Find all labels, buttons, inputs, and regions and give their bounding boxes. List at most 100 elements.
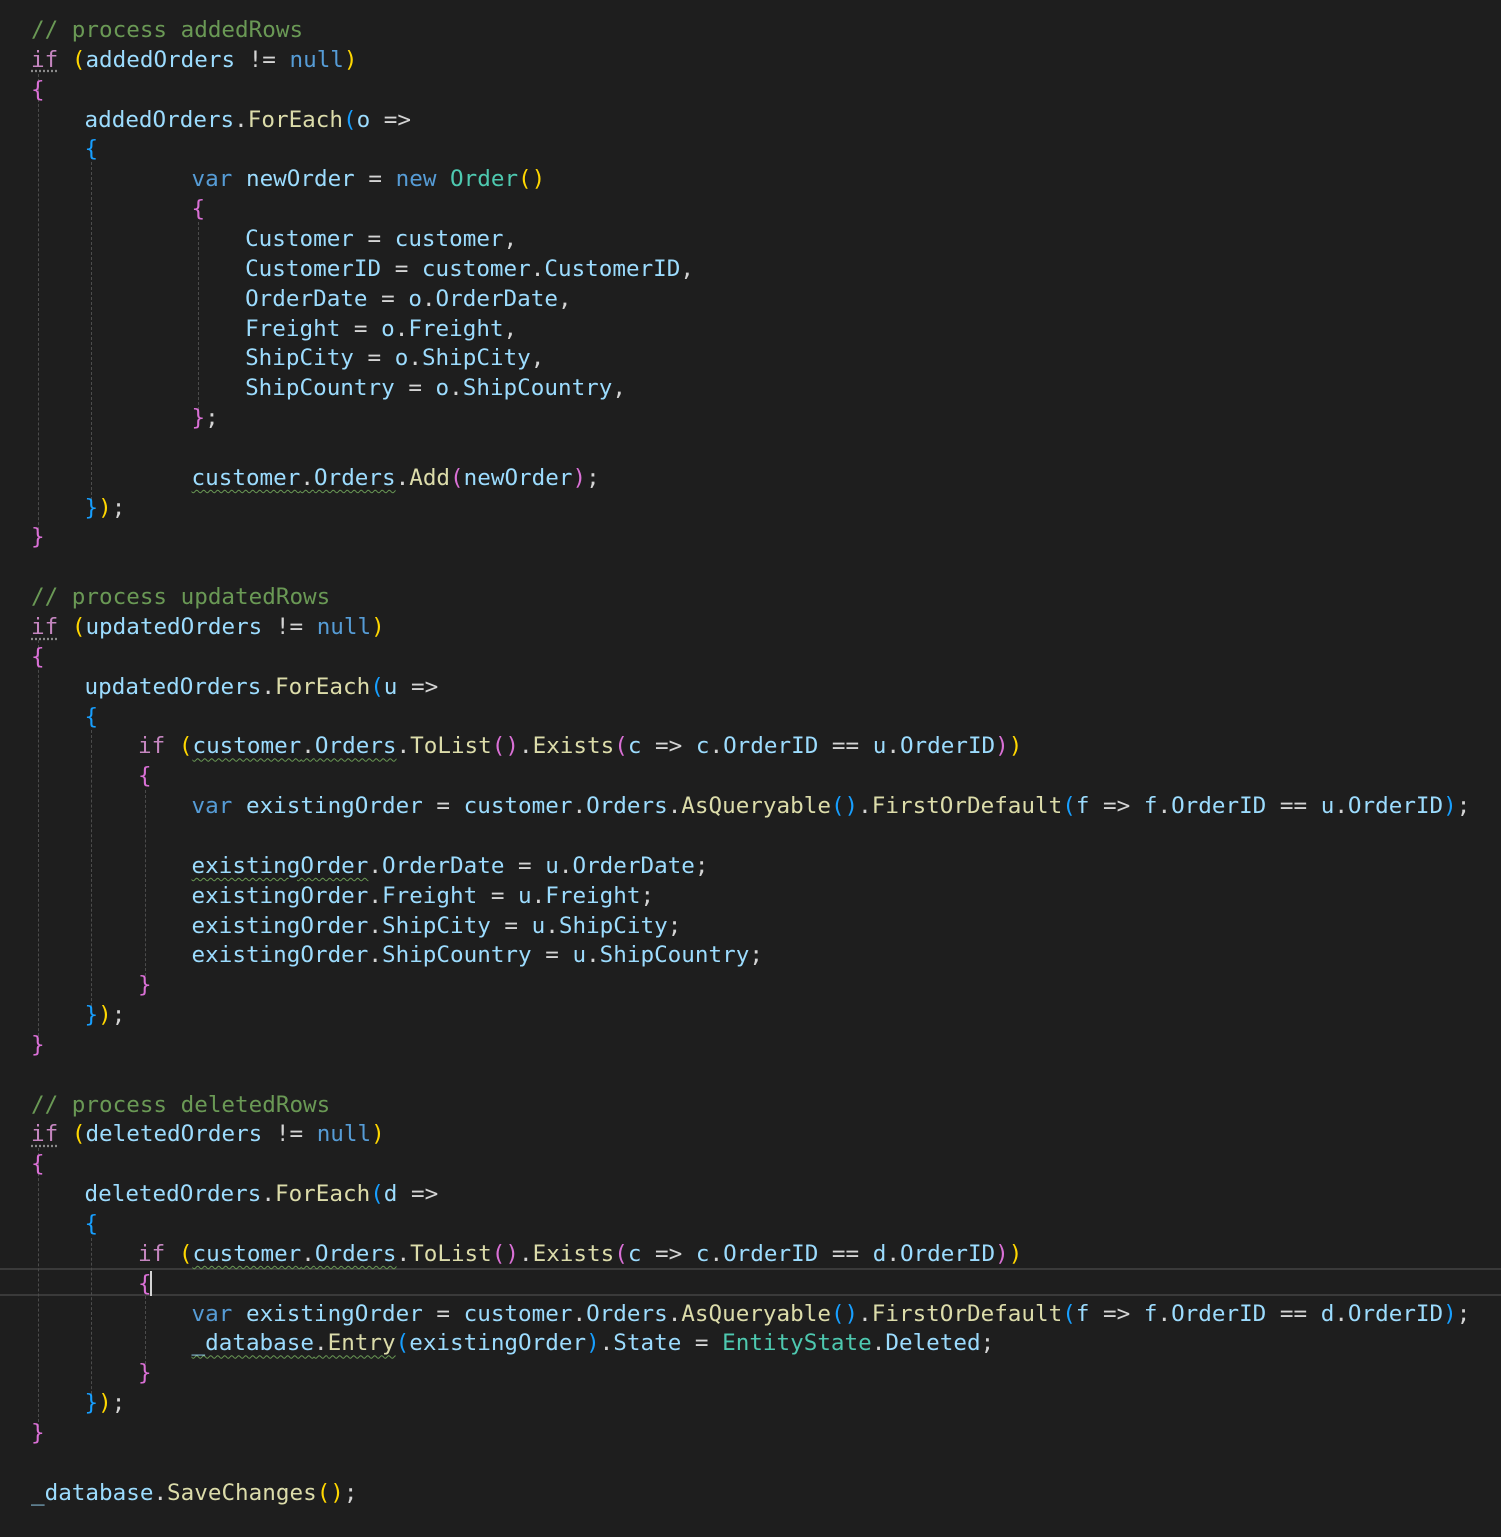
code-token: o <box>435 375 450 402</box>
code-token: OrderID <box>899 1240 996 1267</box>
code-token: => <box>370 106 412 133</box>
code-line[interactable]: Freight = o.Freight, <box>245 314 517 344</box>
code-token: Freight <box>408 315 504 342</box>
code-token: != <box>262 614 317 640</box>
code-token: } <box>84 1390 99 1417</box>
code-token: = <box>504 852 546 879</box>
code-lines[interactable]: // process addedRows if (addedOrders != n… <box>0 0 1501 1537</box>
code-token: OrderDate <box>382 852 505 879</box>
code-token: existingOrder <box>191 912 369 939</box>
code-token: ( <box>1062 1300 1076 1327</box>
code-token: OrderID <box>1171 1300 1267 1327</box>
code-token: ( <box>395 1330 410 1357</box>
code-line[interactable]: customer.Orders.Add(newOrder); <box>192 463 600 493</box>
code-line[interactable]: } <box>31 522 45 552</box>
code-token: } <box>31 1031 45 1058</box>
code-token: newOrder <box>245 166 355 193</box>
code-token: , <box>503 225 518 252</box>
code-line[interactable]: var existingOrder = customer.Orders.AsQu… <box>192 791 1471 821</box>
code-token: o <box>381 315 395 342</box>
code-token: f <box>1075 1300 1090 1327</box>
code-token: u <box>1320 793 1335 820</box>
code-token: ToList <box>410 1240 492 1267</box>
code-line[interactable]: { <box>31 1149 45 1179</box>
code-token: } <box>31 524 45 551</box>
code-line[interactable]: { <box>85 134 99 164</box>
code-token: = <box>367 285 409 312</box>
code-line[interactable]: { <box>31 75 45 105</box>
code-line[interactable]: existingOrder.ShipCity = u.ShipCity; <box>192 911 682 941</box>
code-token: = <box>681 1330 723 1357</box>
code-token: ; <box>640 882 655 909</box>
code-token: . <box>886 733 900 760</box>
code-line[interactable]: Customer = customer, <box>245 224 517 254</box>
code-line[interactable]: }); <box>85 1388 126 1418</box>
code-token: . <box>531 882 546 909</box>
code-token: ; <box>980 1330 995 1357</box>
code-line[interactable]: existingOrder.ShipCountry = u.ShipCountr… <box>192 940 763 970</box>
code-token: var <box>191 1300 233 1327</box>
code-editor[interactable]: // process addedRows if (addedOrders != n… <box>0 0 1501 1537</box>
code-line[interactable]: if (customer.Orders.ToList().Exists(c =>… <box>138 1239 1022 1269</box>
code-line[interactable]: } <box>31 1030 45 1060</box>
code-token: = <box>422 1300 464 1327</box>
code-line[interactable]: { <box>85 702 99 732</box>
code-line[interactable]: _database.Entry(existingOrder).State = E… <box>192 1328 995 1358</box>
code-token: existingOrder <box>191 942 369 969</box>
code-line[interactable]: var newOrder = new Order() <box>192 164 546 194</box>
code-token: Entry <box>327 1330 396 1357</box>
code-line[interactable]: }; <box>192 403 219 433</box>
code-token: deletedOrders <box>84 1181 262 1208</box>
code-token: . <box>368 882 382 909</box>
code-token: ( <box>71 1121 86 1148</box>
code-token: u <box>531 912 546 939</box>
code-line[interactable]: } <box>138 970 152 1000</box>
code-line[interactable]: { <box>138 761 152 791</box>
code-token: { <box>84 703 99 730</box>
code-line[interactable]: // process updatedRows <box>31 582 330 612</box>
code-token: State <box>613 1330 682 1357</box>
code-line[interactable]: } <box>31 1418 45 1448</box>
code-token: ) <box>343 46 358 73</box>
code-token: . <box>421 285 436 312</box>
code-line[interactable]: existingOrder.OrderDate = u.OrderDate; <box>192 851 709 881</box>
code-token: ShipCountry <box>599 942 750 969</box>
code-token: } <box>138 1360 152 1387</box>
code-line[interactable]: { <box>31 642 45 672</box>
code-line[interactable]: _database.SaveChanges(); <box>31 1478 358 1508</box>
code-line[interactable]: ShipCountry = o.ShipCountry, <box>245 373 626 403</box>
code-token: customer <box>192 1240 302 1267</box>
code-token: ) <box>995 733 1009 760</box>
code-line[interactable]: deletedOrders.ForEach(d => <box>85 1179 439 1209</box>
code-line[interactable]: if (customer.Orders.ToList().Exists(c =>… <box>138 731 1022 761</box>
code-line[interactable]: existingOrder.Freight = u.Freight; <box>192 881 655 911</box>
code-line[interactable]: // process deletedRows <box>31 1090 330 1120</box>
code-line[interactable]: ShipCity = o.ShipCity, <box>245 343 544 373</box>
code-token: ; <box>1456 1300 1471 1327</box>
code-token: Orders <box>586 1300 668 1327</box>
code-line[interactable]: CustomerID = customer.CustomerID, <box>245 254 694 284</box>
code-line[interactable]: OrderDate = o.OrderDate, <box>245 284 572 314</box>
code-line[interactable]: addedOrders.ForEach(o => <box>85 105 412 135</box>
code-line[interactable]: }); <box>85 1000 126 1030</box>
code-line[interactable]: var existingOrder = customer.Orders.AsQu… <box>192 1299 1471 1329</box>
code-line[interactable]: } <box>138 1358 152 1388</box>
code-line[interactable]: // process addedRows <box>31 15 303 45</box>
code-token: () <box>491 733 519 760</box>
code-token: } <box>84 494 99 521</box>
code-line[interactable]: if (updatedOrders != null) <box>31 612 385 642</box>
code-token: OrderDate <box>572 852 695 879</box>
code-token: customer <box>463 793 573 820</box>
code-line[interactable]: updatedOrders.ForEach(u => <box>85 672 439 702</box>
code-token: if <box>31 46 59 73</box>
code-token: if <box>31 614 59 640</box>
code-line[interactable]: { <box>192 194 206 224</box>
code-token: EntityState <box>722 1330 872 1357</box>
code-line[interactable]: if (addedOrders != null) <box>31 45 358 75</box>
code-line[interactable]: }); <box>85 493 126 523</box>
code-line[interactable]: { <box>85 1209 99 1239</box>
code-line[interactable]: if (deletedOrders != null) <box>31 1119 385 1149</box>
code-token: == <box>818 733 873 760</box>
